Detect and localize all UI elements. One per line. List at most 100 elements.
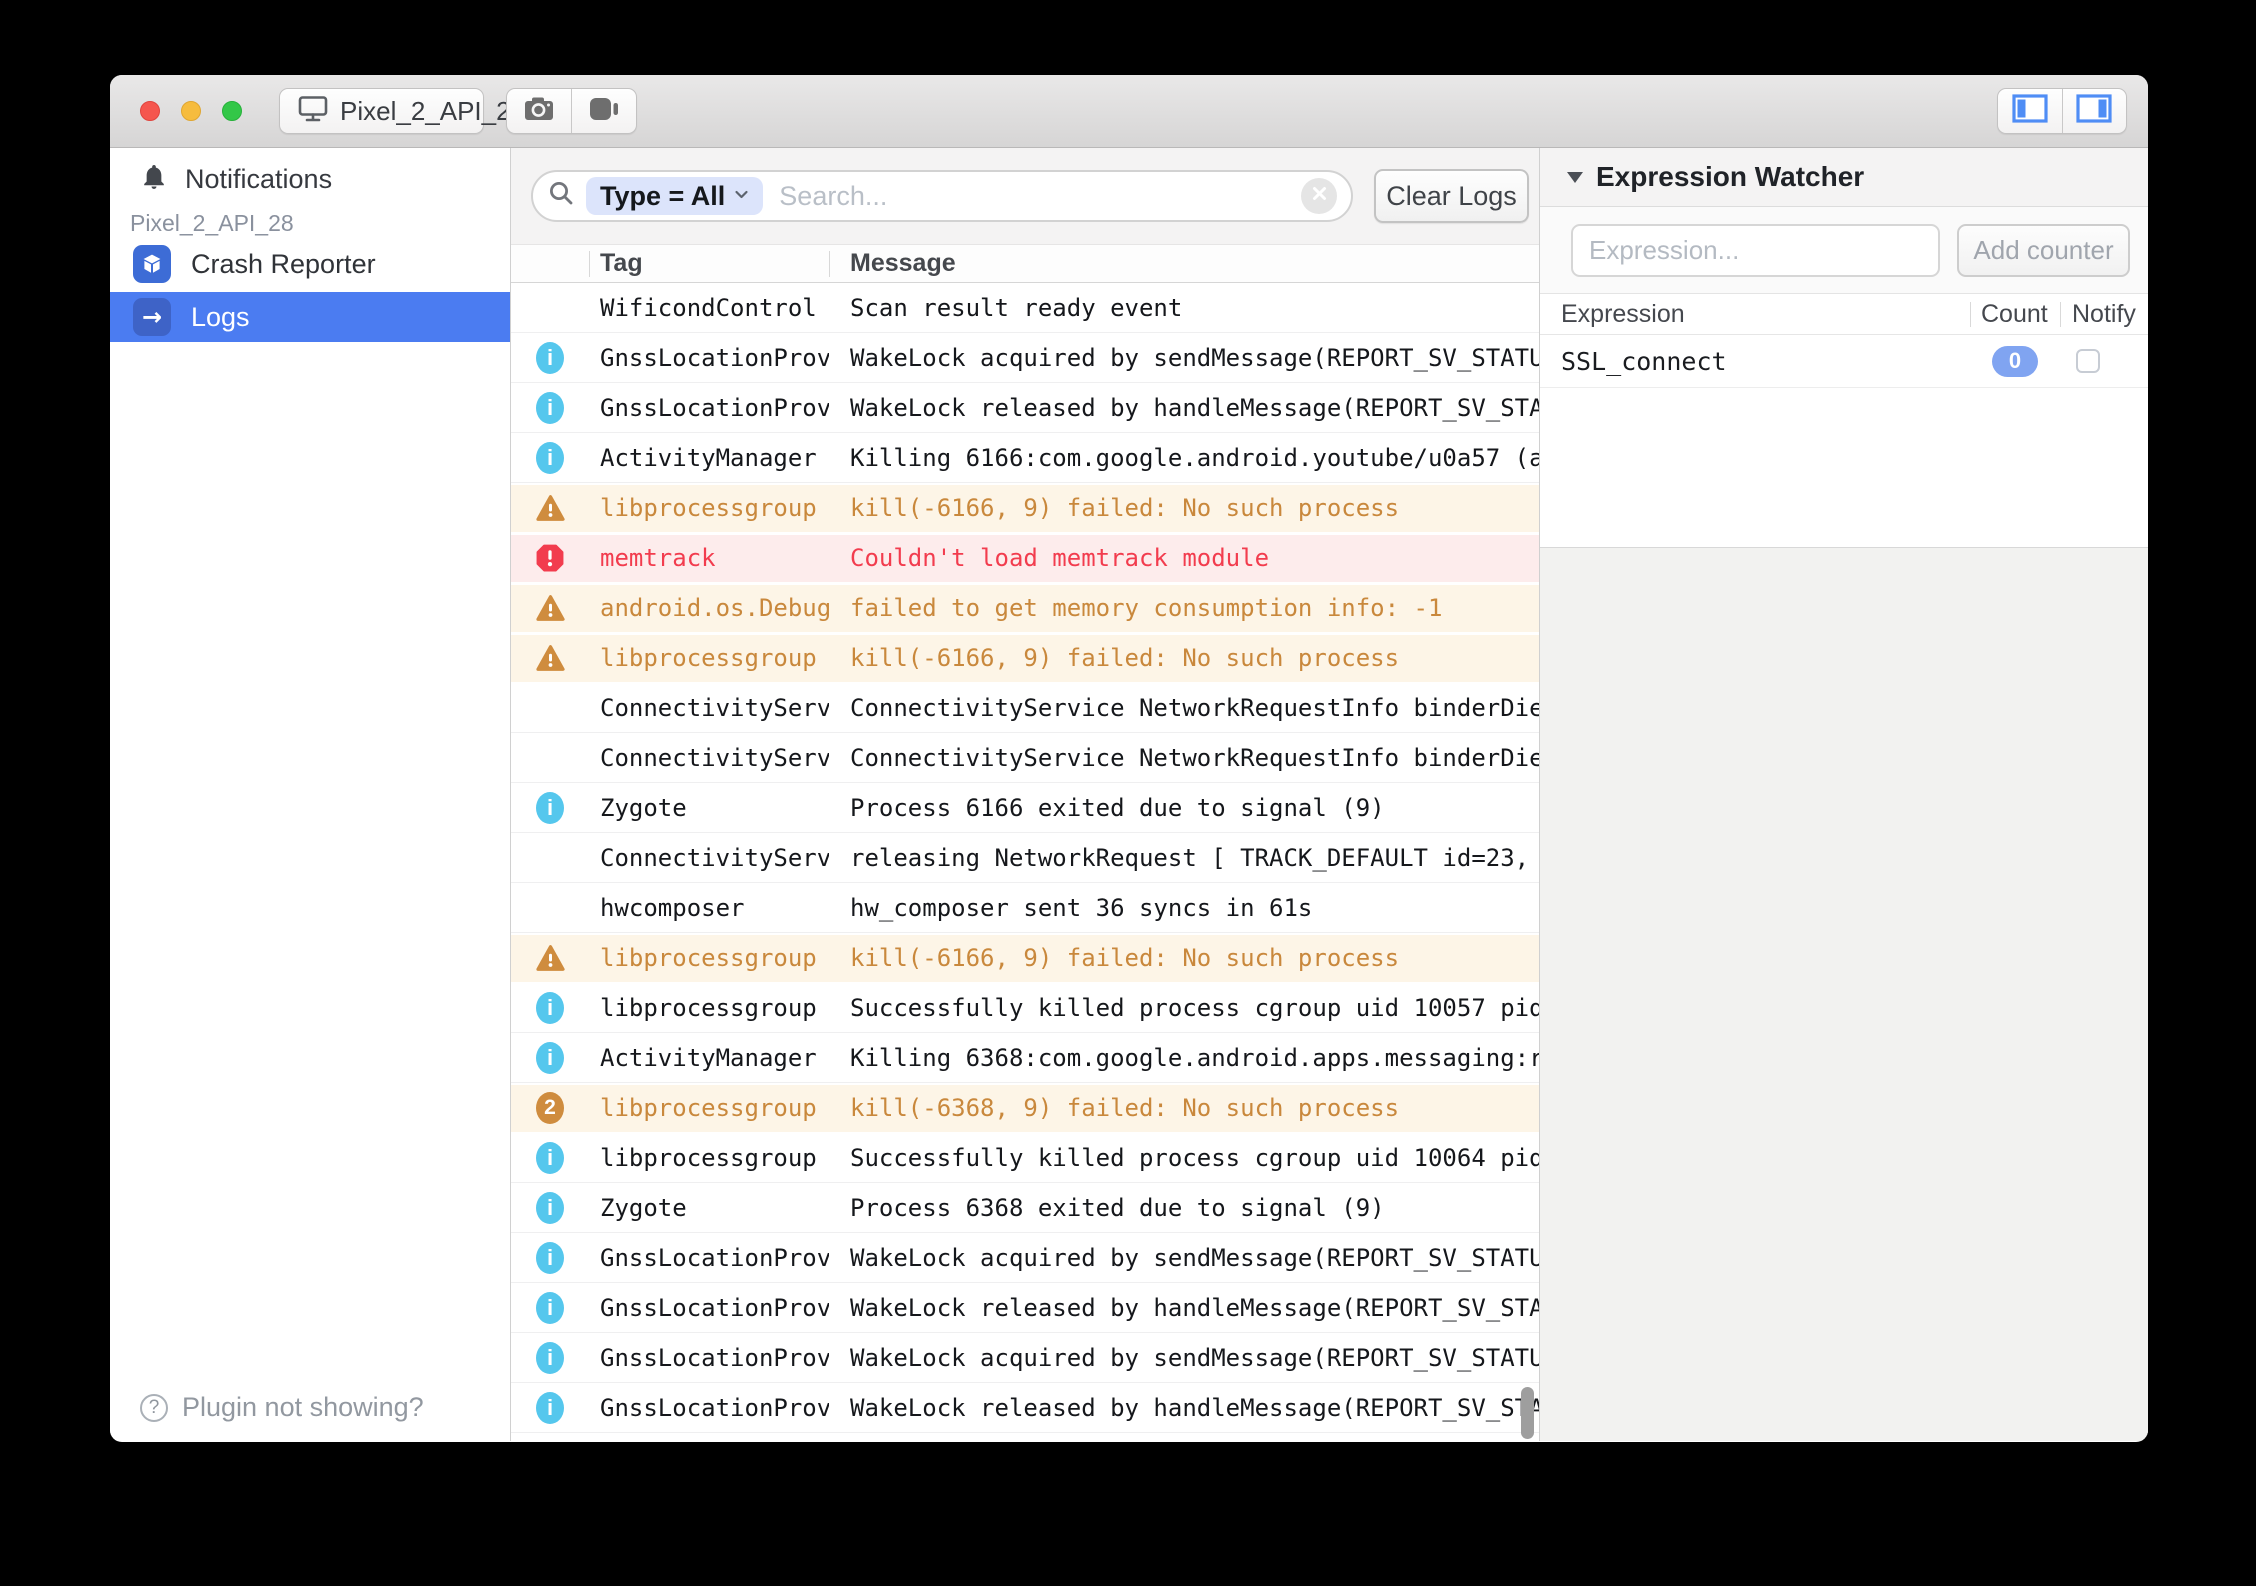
expression-value: SSL_connect [1540, 347, 1970, 376]
log-level-cell: i [511, 433, 589, 482]
log-row[interactable]: libprocessgroupkill(-6166, 9) failed: No… [511, 933, 1539, 983]
log-message: hw_composer sent 36 syncs in 61s [829, 883, 1539, 932]
log-message: Killing 6166:com.google.android.youtube/… [829, 433, 1539, 482]
toggle-right-sidebar-button[interactable] [2063, 89, 2127, 133]
log-tag: libprocessgroup [589, 933, 829, 983]
log-level-cell: i [511, 1033, 589, 1082]
repeat-count-badge: 2 [536, 1092, 564, 1124]
plugin-help-link[interactable]: ? Plugin not showing? [140, 1392, 424, 1423]
log-tag: libprocessgroup [589, 483, 829, 533]
log-tag: ActivityManager [589, 1033, 829, 1082]
notifications-label: Notifications [185, 164, 332, 195]
info-icon: i [536, 1142, 564, 1174]
log-row[interactable]: android.os.Debugfailed to get memory con… [511, 583, 1539, 633]
log-row[interactable]: i ZygoteProcess 6368 exited due to signal… [511, 1183, 1539, 1233]
sidebar-item-logs[interactable]: → Logs [110, 292, 510, 342]
video-camera-icon [589, 97, 619, 126]
log-tag: GnssLocationProvider [589, 1283, 829, 1332]
log-tag: ConnectivityService [589, 683, 829, 732]
log-row[interactable]: iGnssLocationProviderWakeLock acquired b… [511, 1333, 1539, 1383]
log-row[interactable]: iGnssLocationProviderWakeLock released b… [511, 1283, 1539, 1333]
log-level-cell: i [511, 333, 589, 382]
monitor-icon [298, 95, 328, 128]
log-level-cell [511, 483, 589, 533]
type-filter-chip[interactable]: Type = All [586, 177, 763, 215]
log-row[interactable]: libprocessgroupkill(-6166, 9) failed: No… [511, 633, 1539, 683]
log-level-cell [511, 633, 589, 683]
watcher-row[interactable]: SSL_connect 0 [1540, 335, 2148, 388]
log-message: WakeLock released by handleMessage(REPOR… [829, 1283, 1539, 1332]
zoom-window-button[interactable] [222, 101, 242, 121]
screenshot-button[interactable] [507, 89, 571, 133]
log-message: ConnectivityService NetworkRequestInfo b… [829, 683, 1539, 732]
log-row[interactable]: WificondControlScan result ready event [511, 283, 1539, 333]
log-row[interactable]: iGnssLocationProviderWakeLock released b… [511, 383, 1539, 433]
titlebar: Pixel_2_API_28 [110, 75, 2148, 148]
log-tag: GnssLocationProvider [589, 333, 829, 382]
log-row[interactable]: i ActivityManagerKilling 6166:com.google.… [511, 433, 1539, 483]
expression-watcher-header[interactable]: Expression Watcher [1540, 148, 2148, 207]
info-icon: i [536, 442, 564, 474]
expression-input[interactable] [1571, 224, 1940, 277]
info-icon: i [536, 992, 564, 1024]
log-row[interactable]: memtrackCouldn't load memtrack module [511, 533, 1539, 583]
log-tag: ActivityManager [589, 433, 829, 482]
clear-logs-button[interactable]: Clear Logs [1374, 169, 1529, 223]
log-row[interactable]: ConnectivityServiceConnectivityService N… [511, 733, 1539, 783]
log-level-cell: i [511, 1333, 589, 1382]
notify-checkbox[interactable] [2076, 349, 2100, 373]
log-level-cell: i [511, 1233, 589, 1282]
log-level-cell [511, 733, 589, 782]
log-row[interactable]: 2libprocessgroupkill(-6368, 9) failed: N… [511, 1083, 1539, 1133]
log-tag: Zygote [589, 1183, 829, 1232]
clear-search-button[interactable] [1301, 178, 1337, 214]
log-message: releasing NetworkRequest [ TRACK_DEFAULT… [829, 833, 1539, 882]
log-message: Successfully killed process cgroup uid 1… [829, 1133, 1539, 1182]
log-rows: WificondControlScan result ready eventiG… [511, 283, 1539, 1441]
device-selector-button[interactable]: Pixel_2_API_28 [279, 88, 484, 134]
log-tag: GnssLocationProvider [589, 383, 829, 432]
log-row[interactable]: iGnssLocationProviderWakeLock released b… [511, 1383, 1539, 1433]
search-input[interactable] [779, 181, 1351, 212]
log-level-cell [511, 933, 589, 983]
log-tag: Zygote [589, 783, 829, 832]
log-level-cell: i [511, 1383, 589, 1432]
plugin-sidebar: Notifications Pixel_2_API_28 Crash Repor… [110, 148, 511, 1441]
log-row[interactable]: ConnectivityServicereleasing NetworkRequ… [511, 833, 1539, 883]
sidebar-item-notifications[interactable]: Notifications [110, 158, 510, 200]
device-name: Pixel_2_API_28 [340, 96, 525, 127]
search-bar[interactable]: Type = All [531, 170, 1353, 222]
log-message: Process 6368 exited due to signal (9) [829, 1183, 1539, 1232]
log-row[interactable]: iZygoteProcess 6166 exited due to signal… [511, 783, 1539, 833]
toggle-left-sidebar-button[interactable] [1998, 89, 2062, 133]
minimize-window-button[interactable] [181, 101, 201, 121]
panel-toggle-group [1997, 88, 2127, 134]
log-message: Scan result ready event [829, 283, 1539, 332]
camera-icon [524, 96, 554, 127]
close-window-button[interactable] [140, 101, 160, 121]
screen-record-button[interactable] [572, 89, 636, 133]
expression-watcher-panel: Expression Watcher Add counter Expressio… [1539, 148, 2148, 1441]
log-row[interactable]: ilibprocessgroupSuccessfully killed proc… [511, 983, 1539, 1033]
log-message: WakeLock acquired by sendMessage(REPORT_… [829, 1333, 1539, 1382]
info-icon: i [536, 1192, 564, 1224]
log-row[interactable]: ilibprocessgroupSuccessfully killed proc… [511, 1133, 1539, 1183]
watcher-empty-area [1540, 388, 2148, 547]
log-message: Couldn't load memtrack module [829, 533, 1539, 583]
log-tag: memtrack [589, 533, 829, 583]
log-row[interactable]: ConnectivityServiceConnectivityService N… [511, 683, 1539, 733]
log-row[interactable]: hwcomposerhw_composer sent 36 syncs in 6… [511, 883, 1539, 933]
log-row[interactable]: iGnssLocationProviderWakeLock acquired b… [511, 333, 1539, 383]
chevron-down-icon [734, 187, 749, 205]
log-row[interactable]: iGnssLocationProviderWakeLock acquired b… [511, 1233, 1539, 1283]
info-icon: i [536, 1342, 564, 1374]
column-header-tag: Tag [589, 245, 829, 282]
traffic-lights [140, 101, 242, 121]
log-row[interactable]: iActivityManagerKilling 6368:com.google.… [511, 1033, 1539, 1083]
add-counter-button[interactable]: Add counter [1957, 224, 2130, 277]
log-level-cell: i [511, 783, 589, 832]
vertical-scrollbar-thumb[interactable] [1521, 1387, 1534, 1439]
warning-icon [535, 593, 566, 623]
log-row[interactable]: libprocessgroupkill(-6166, 9) failed: No… [511, 483, 1539, 533]
sidebar-item-crash-reporter[interactable]: Crash Reporter [110, 236, 510, 292]
